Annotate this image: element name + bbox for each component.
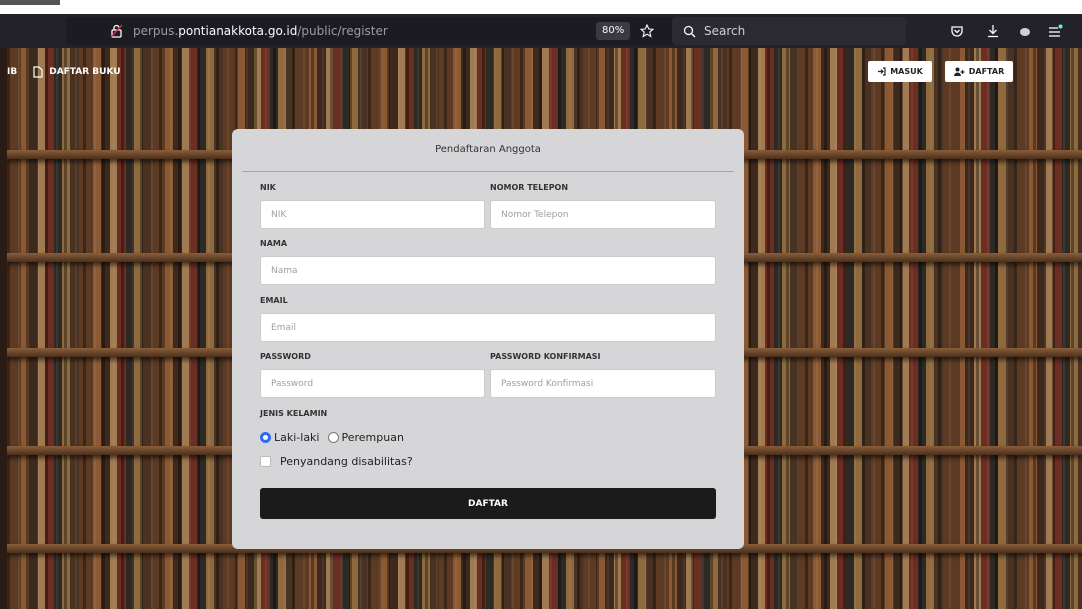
gender-label: JENIS KELAMIN <box>260 409 328 418</box>
menu-icon[interactable] <box>1046 22 1064 40</box>
login-icon <box>877 67 886 76</box>
disability-checkbox[interactable] <box>260 455 271 467</box>
daftar-nav-button[interactable]: DAFTAR <box>945 61 1013 82</box>
extension-icon[interactable] <box>1016 22 1034 40</box>
top-nav-left: IB DAFTAR BUKU <box>7 64 121 80</box>
card-title: Pendaftaran Anggota <box>435 144 541 155</box>
search-icon <box>682 24 696 38</box>
zoom-badge[interactable]: 80% <box>596 22 631 40</box>
nav-fragment[interactable]: IB <box>7 67 17 77</box>
phone-label: NOMOR TELEPON <box>490 183 569 192</box>
star-icon[interactable] <box>638 22 656 40</box>
gender-radio-group: Laki-laki Perempuan <box>260 429 404 445</box>
user-plus-icon <box>953 67 965 76</box>
lock-insecure-icon[interactable] <box>108 23 124 39</box>
gender-radio-male[interactable] <box>260 431 271 443</box>
nama-label: NAMA <box>260 239 288 248</box>
email-input[interactable] <box>260 313 716 342</box>
nav-daftar-buku[interactable]: DAFTAR BUKU <box>49 67 120 77</box>
search-placeholder: Search <box>704 24 746 38</box>
daftar-nav-label: DAFTAR <box>968 67 1005 76</box>
url-domain: pontianakkota.go.id <box>178 24 298 38</box>
sliver-bar <box>0 0 60 5</box>
search-bar[interactable]: Search <box>672 17 906 45</box>
url-path: /public/register <box>297 24 388 38</box>
gender-label-male[interactable]: Laki-laki <box>274 431 320 444</box>
nik-label: NIK <box>260 183 276 192</box>
url-prefix: perpus. <box>133 24 179 38</box>
password-input[interactable] <box>260 369 485 398</box>
password-confirm-input[interactable] <box>490 369 716 398</box>
browser-toolbar: perpus.pontianakkota.go.id/public/regist… <box>0 14 1082 48</box>
nik-input[interactable] <box>260 200 485 229</box>
email-label: EMAIL <box>260 296 288 305</box>
gender-label-female[interactable]: Perempuan <box>342 431 404 444</box>
document-top-sliver <box>0 0 1082 14</box>
download-icon[interactable] <box>984 22 1002 40</box>
pocket-icon[interactable] <box>948 22 966 40</box>
gender-radio-female[interactable] <box>327 431 339 443</box>
disability-label[interactable]: Penyandang disabilitas? <box>280 455 413 468</box>
password-confirm-label: PASSWORD KONFIRMASI <box>490 352 601 361</box>
card-divider <box>242 171 734 172</box>
password-label: PASSWORD <box>260 352 311 361</box>
nama-input[interactable] <box>260 256 716 285</box>
phone-input[interactable] <box>490 200 716 229</box>
url-text[interactable]: perpus.pontianakkota.go.id/public/regist… <box>133 17 388 45</box>
page-content: IB DAFTAR BUKU MASUK DAFTAR Pendaftaran … <box>7 48 1082 609</box>
masuk-label: MASUK <box>890 67 923 76</box>
book-list-icon <box>33 66 43 78</box>
masuk-button[interactable]: MASUK <box>868 61 932 82</box>
disability-row: Penyandang disabilitas? <box>260 453 413 469</box>
registration-card: Pendaftaran Anggota NIK NOMOR TELEPON NA… <box>232 129 744 549</box>
daftar-submit-button[interactable]: DAFTAR <box>260 488 716 519</box>
